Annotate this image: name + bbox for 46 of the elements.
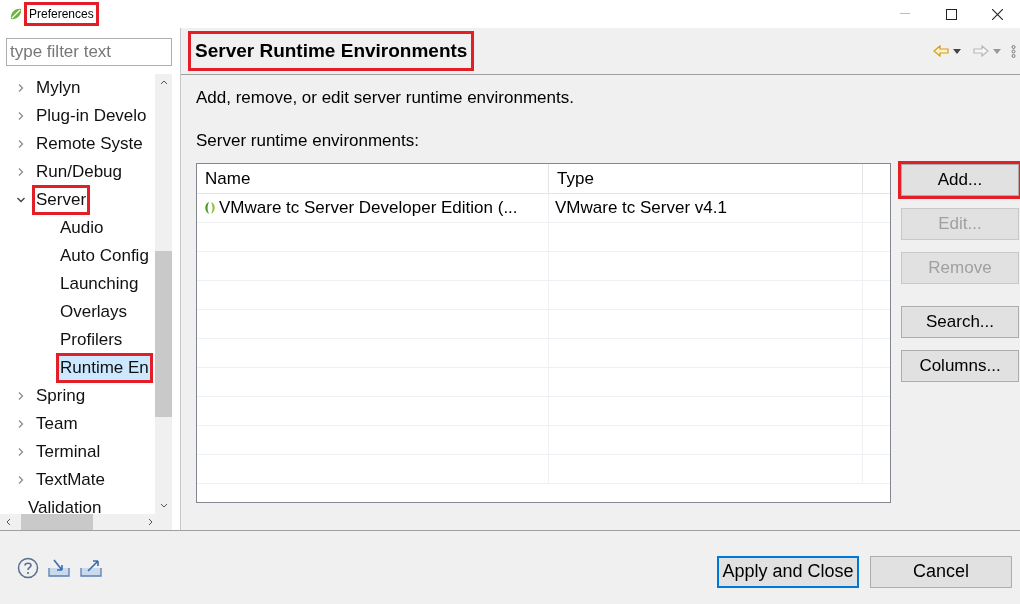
leaf-icon xyxy=(203,201,217,215)
dropdown-caret-icon[interactable] xyxy=(953,48,961,54)
dialog-button[interactable]: Columns... xyxy=(901,350,1019,382)
dialog-button[interactable]: Apply and Close xyxy=(717,555,859,588)
scrollbar[interactable] xyxy=(155,74,172,514)
tree-item[interactable]: Server xyxy=(35,188,88,212)
help-icon[interactable] xyxy=(17,556,39,579)
column-header[interactable]: Name xyxy=(197,164,549,193)
tree-item[interactable]: Audio xyxy=(59,216,105,240)
tree-item[interactable]: Run/Debug xyxy=(35,160,123,184)
tree-item[interactable]: Runtime En xyxy=(59,356,150,380)
chevron-icon[interactable] xyxy=(16,195,26,205)
scroll-thumb[interactable] xyxy=(21,514,93,530)
leaf-logo-icon xyxy=(9,7,23,21)
tree-item[interactable]: Overlays xyxy=(59,300,129,324)
page-description: Add, remove, or edit server runtime environments. xyxy=(196,87,575,109)
horizontal-scrollbar[interactable] xyxy=(0,514,172,530)
tree-item[interactable]: Auto Config xyxy=(59,244,150,268)
dialog-button[interactable]: Cancel xyxy=(870,555,1012,588)
menu-icon[interactable] xyxy=(1011,44,1016,58)
tree-item[interactable]: Launching xyxy=(59,272,140,296)
tree-item[interactable]: Team xyxy=(35,412,79,436)
tree-item[interactable]: TextMate xyxy=(35,468,106,492)
scroll-thumb[interactable] xyxy=(155,251,172,417)
tree-item[interactable]: Terminal xyxy=(35,440,102,464)
filter-field[interactable]: type filter text xyxy=(6,38,172,66)
maximize-icon xyxy=(945,8,957,20)
window-title: Preferences xyxy=(27,5,96,23)
tree-item[interactable]: Profilers xyxy=(59,328,124,352)
export-icon[interactable] xyxy=(79,557,103,578)
tree-item[interactable]: Mylyn xyxy=(35,76,82,100)
close-icon xyxy=(991,8,1003,20)
forward-arrow-icon[interactable] xyxy=(973,45,989,57)
minimize-icon xyxy=(900,13,910,15)
dialog-button[interactable]: Add... xyxy=(901,164,1019,196)
list-label: Server runtime environments: xyxy=(196,129,420,152)
table-cell-text: VMware tc Server v4.1 xyxy=(555,197,727,220)
import-icon[interactable] xyxy=(47,557,71,578)
column-header[interactable]: Type xyxy=(549,164,863,193)
tree-item[interactable]: Remote Syste xyxy=(35,132,144,156)
tree-item[interactable]: Validation xyxy=(27,496,103,514)
page-title: Server Runtime Environments xyxy=(191,33,472,69)
table-cell-text: VMware tc Server Developer Edition (... xyxy=(219,197,518,220)
dialog-button[interactable]: Search... xyxy=(901,306,1019,338)
tree-item[interactable]: Plug-in Develo xyxy=(35,104,148,128)
tree-item[interactable]: Spring xyxy=(35,384,87,408)
